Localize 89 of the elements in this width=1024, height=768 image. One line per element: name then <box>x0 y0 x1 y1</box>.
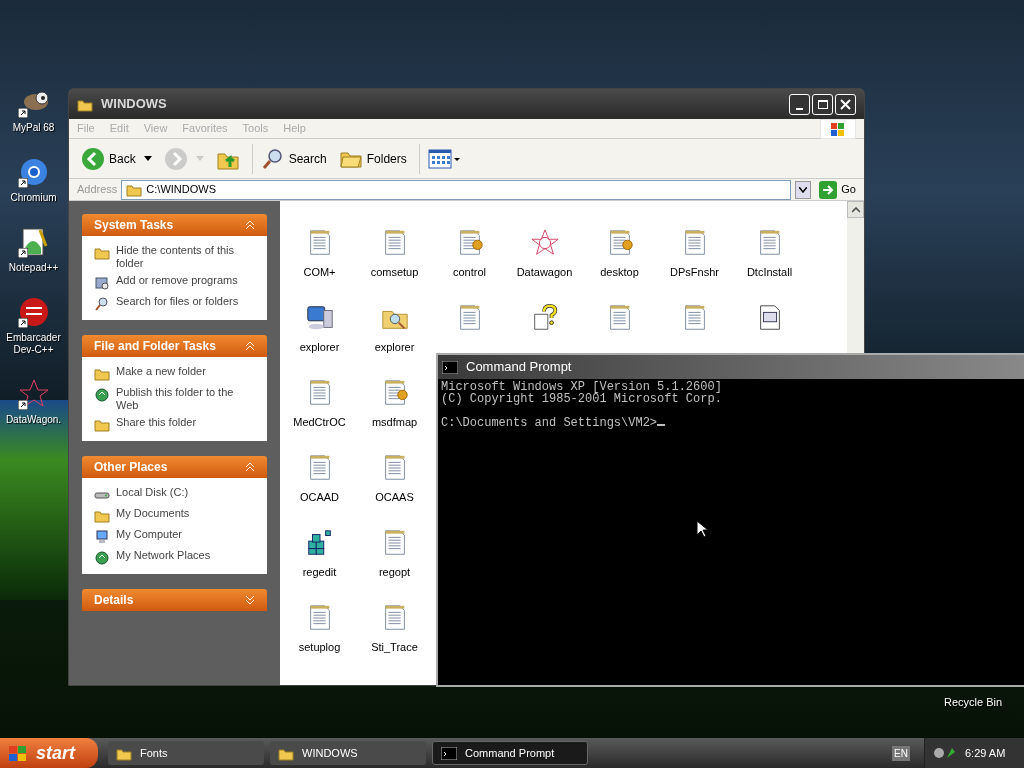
network-icon <box>933 746 957 760</box>
globe-icon <box>94 550 110 566</box>
folder-icon <box>126 182 143 198</box>
console-line: C:\Documents and Settings\VM2> <box>441 416 658 430</box>
console-line: Microsoft Windows XP [Version 5.1.2600] <box>441 380 722 394</box>
task-link[interactable]: Search for files or folders <box>116 295 239 308</box>
collapse-chevron-icon <box>245 462 255 472</box>
dropdown-caret-icon <box>143 155 152 162</box>
star-icon[interactable] <box>17 378 50 410</box>
shortcut-arrow-icon <box>17 178 28 188</box>
desktop-icon-label[interactable]: Recycle Bin <box>944 694 1003 711</box>
window-title: WINDOWS <box>101 95 167 114</box>
desktop-icon-label[interactable]: MyPal 68 <box>12 122 55 134</box>
views-grid-icon <box>427 147 460 170</box>
language-indicator[interactable]: EN <box>892 745 910 761</box>
shortcut-arrow-icon <box>17 400 28 410</box>
folders-button[interactable]: Folders <box>334 141 411 176</box>
close-icon <box>840 98 851 110</box>
collapse-chevron-icon <box>245 341 255 351</box>
desktop-icon-label[interactable]: Chromium <box>10 192 57 204</box>
file-name[interactable]: DPsFnshr <box>670 264 719 281</box>
windows-flag-icon <box>8 744 28 762</box>
start-button[interactable]: start <box>0 738 98 768</box>
clock: 6:29 AM <box>965 745 1006 761</box>
file-name[interactable]: regopt <box>378 564 411 581</box>
dropdown-caret-icon <box>195 155 204 162</box>
computer-icon <box>94 529 110 545</box>
caret-icon <box>799 186 808 193</box>
task-link[interactable]: My Documents <box>116 507 190 520</box>
shortcut-arrow-icon <box>17 248 28 258</box>
file-name[interactable]: desktop <box>600 264 639 281</box>
file-name[interactable]: COM+ <box>303 264 336 281</box>
task-link[interactable]: Hide the contents of this folder <box>116 244 255 270</box>
minimize-button[interactable] <box>789 93 810 115</box>
desktop-icon-label[interactable]: Embarcader Dev-C++ <box>0 332 67 356</box>
file-name[interactable]: comsetup <box>370 264 419 281</box>
collapse-chevron-icon <box>245 220 255 230</box>
shortcut-arrow-icon <box>17 318 28 328</box>
address-dropdown-button[interactable] <box>795 180 812 199</box>
file-name[interactable]: OCAAS <box>375 489 414 506</box>
folder-icon <box>94 366 110 382</box>
text-cursor <box>657 424 666 426</box>
window-title: Command Prompt <box>466 358 572 377</box>
folder-icon <box>94 245 110 261</box>
taskbar-button[interactable]: Command Prompt <box>432 741 588 765</box>
file-name[interactable]: explorer <box>299 339 340 356</box>
dev-logo-icon[interactable] <box>17 296 50 328</box>
address-label: Address <box>77 182 118 198</box>
back-button[interactable]: Back <box>77 141 156 176</box>
taskbar-button[interactable]: Fonts <box>108 741 264 765</box>
go-button[interactable]: Go <box>819 180 856 199</box>
file-name[interactable]: setuplog <box>298 639 341 656</box>
task-link[interactable]: Publish this folder to the Web <box>116 386 255 412</box>
globe-icon <box>94 387 110 403</box>
desktop-icon-label[interactable]: DataWagon. <box>5 414 62 426</box>
star-file-icon <box>529 228 560 258</box>
taskbar-button[interactable]: WINDOWS <box>270 741 426 765</box>
address-field[interactable]: C:\WINDOWS <box>121 179 792 200</box>
folder-icon <box>94 417 110 433</box>
task-link[interactable]: My Network Places <box>116 549 211 562</box>
task-link[interactable]: My Computer <box>116 528 183 541</box>
desktop-icon-label[interactable]: Notepad++ <box>8 262 59 274</box>
file-name[interactable]: DtcInstall <box>746 264 793 281</box>
search-icon <box>94 296 110 312</box>
file-name[interactable]: OCAAD <box>299 489 340 506</box>
file-name[interactable]: regedit <box>302 564 337 581</box>
task-link[interactable]: Add or remove programs <box>116 274 238 287</box>
file-name[interactable]: msdfmap <box>371 414 418 431</box>
console-icon <box>441 746 457 760</box>
task-link[interactable]: Local Disk (C:) <box>116 486 189 499</box>
search-button[interactable]: Search <box>256 141 331 176</box>
console-icon <box>442 360 458 374</box>
file-name[interactable]: control <box>453 264 486 281</box>
folder-icon <box>94 508 110 524</box>
file-name[interactable]: Sti_Trace <box>371 639 418 656</box>
maximize-button[interactable] <box>812 93 833 115</box>
mouse-pointer-icon <box>696 520 708 538</box>
shortcut-arrow-icon <box>17 108 28 118</box>
expand-chevron-icon <box>245 595 255 605</box>
task-link[interactable]: Make a new folder <box>116 365 206 378</box>
console-line: (C) Copyright 1985-2001 Microsoft Corp. <box>441 392 722 406</box>
task-link[interactable]: Share this folder <box>116 416 197 429</box>
file-name[interactable]: explorer <box>374 339 415 356</box>
search-icon <box>260 146 285 171</box>
scroll-up-button[interactable] <box>847 201 864 218</box>
file-name[interactable]: Datawagon <box>516 264 573 281</box>
close-button[interactable] <box>835 93 856 115</box>
programs-icon <box>94 275 110 291</box>
file-name[interactable]: MedCtrOC <box>293 414 346 431</box>
